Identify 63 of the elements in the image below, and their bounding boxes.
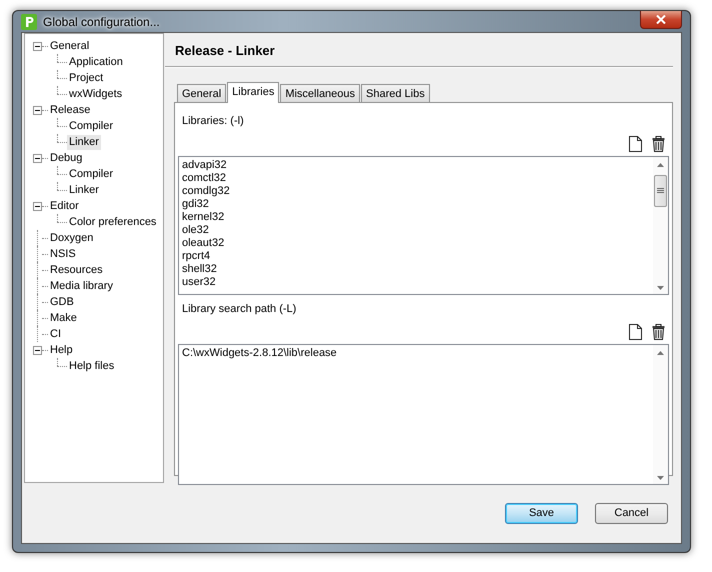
close-button[interactable]	[640, 11, 682, 29]
tree-item[interactable]: Media library	[48, 278, 115, 294]
tree-item[interactable]: Compiler	[67, 118, 116, 134]
cancel-button[interactable]: Cancel	[595, 502, 668, 524]
list-item[interactable]: C:\wxWidgets-2.8.12\lib\release	[182, 347, 650, 360]
list-item[interactable]: user32	[182, 276, 650, 289]
tree-item[interactable]: Debug	[48, 150, 84, 166]
collapse-toggle[interactable]	[33, 154, 42, 162]
list-item[interactable]: oleaut32	[182, 237, 650, 250]
trash-icon[interactable]	[652, 136, 665, 152]
tree-item[interactable]: Linker	[67, 134, 101, 150]
list-item[interactable]: comdlg32	[182, 185, 650, 198]
tab[interactable]: Miscellaneous	[280, 84, 360, 102]
tab[interactable]: General	[177, 84, 226, 102]
list-item[interactable]: rpcrt4	[182, 250, 650, 263]
page-title: Release - Linker	[174, 42, 276, 60]
tab[interactable]: Shared Libs	[361, 84, 430, 102]
tree-item[interactable]: wxWidgets	[67, 86, 124, 102]
tree-item[interactable]: Linker	[67, 182, 101, 198]
app-icon	[21, 14, 37, 30]
collapse-toggle[interactable]	[33, 106, 42, 114]
tree-item[interactable]: CI	[48, 326, 63, 342]
list-box[interactable]: advapi32 comctl32 comdlg32 gdi32 kernel32 ole32 oleaut32 rpcrt4 shell32 user32	[178, 156, 669, 295]
tree-item[interactable]: Resources	[48, 262, 105, 278]
section-label: Library search path (-L)	[181, 303, 298, 317]
tree-item[interactable]: GDB	[48, 294, 76, 310]
scrollbar[interactable]	[653, 157, 668, 294]
section-label: Libraries: (-l)	[181, 115, 245, 129]
tab[interactable]: Libraries	[227, 82, 280, 103]
scroll-thumb[interactable]	[654, 175, 667, 207]
trash-icon[interactable]	[652, 324, 665, 340]
close-icon	[656, 15, 666, 24]
list-item[interactable]: gdi32	[182, 198, 650, 211]
list-item[interactable]: kernel32	[182, 211, 650, 224]
grip-icon	[657, 188, 664, 194]
new-file-icon[interactable]	[629, 324, 642, 340]
save-button[interactable]: Save	[505, 502, 578, 524]
scrollbar[interactable]	[653, 345, 668, 484]
scroll-up-icon[interactable]	[657, 163, 664, 167]
tree-item[interactable]: Color preferences	[67, 214, 158, 230]
window-title: Global configuration...	[43, 14, 160, 28]
list-box[interactable]: C:\wxWidgets-2.8.12\lib\release	[178, 344, 669, 485]
tree-item[interactable]: Project	[67, 70, 106, 86]
tree-item[interactable]: Editor	[48, 198, 81, 214]
scroll-up-icon[interactable]	[657, 351, 664, 355]
tree-item[interactable]: Make	[48, 310, 79, 326]
list-item[interactable]: ole32	[182, 224, 650, 237]
collapse-toggle[interactable]	[33, 346, 42, 354]
list-item[interactable]: comctl32	[182, 172, 650, 185]
tree-item[interactable]: Help	[48, 342, 75, 358]
collapse-toggle[interactable]	[33, 202, 42, 210]
scroll-down-icon[interactable]	[657, 286, 664, 290]
list-item[interactable]: shell32	[182, 263, 650, 276]
collapse-toggle[interactable]	[33, 42, 42, 50]
tree-item[interactable]: Release	[48, 102, 92, 118]
tree-item[interactable]: NSIS	[48, 246, 78, 262]
new-file-icon[interactable]	[629, 136, 642, 152]
tree-item[interactable]: Application	[67, 54, 125, 70]
tree-item[interactable]: Compiler	[67, 166, 116, 182]
tree-item[interactable]: Doxygen	[48, 230, 96, 246]
tree-item[interactable]: General	[48, 38, 92, 54]
list-item[interactable]: advapi32	[182, 159, 650, 172]
tree-item[interactable]: Help files	[67, 358, 116, 374]
